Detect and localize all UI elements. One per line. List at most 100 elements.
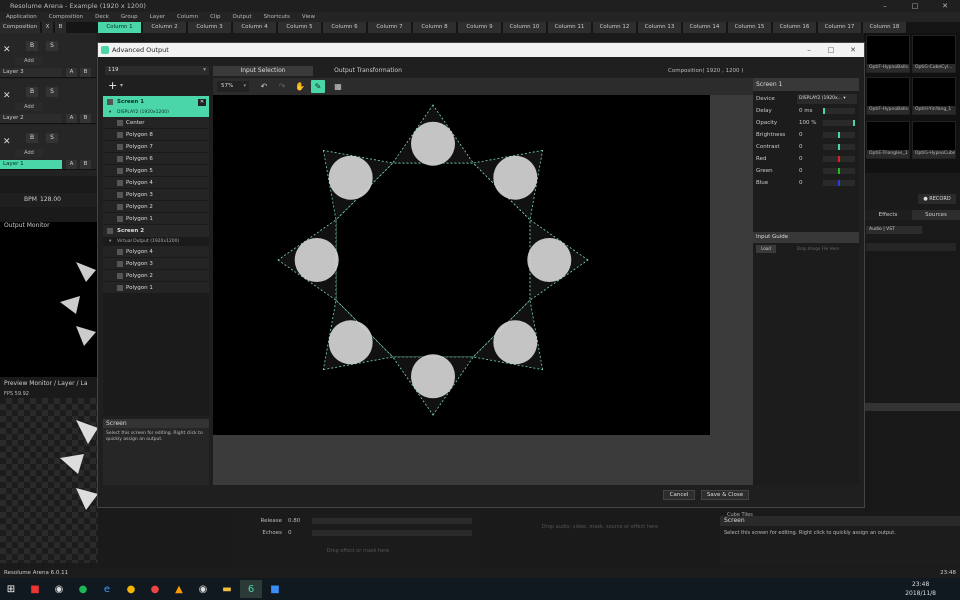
clip-thumbnail[interactable]: OptiG-CubeCyl... xyxy=(912,35,956,73)
tab-sources[interactable]: Sources xyxy=(912,210,960,220)
tab-input-selection[interactable]: Input Selection xyxy=(213,66,313,76)
start-icon[interactable]: ⊞ xyxy=(0,580,22,598)
brightness-slider[interactable] xyxy=(823,132,855,138)
audio-vst-filter[interactable]: Audio | VST xyxy=(866,226,922,234)
solo-button[interactable]: S xyxy=(46,87,58,97)
load-guide-button[interactable]: Load xyxy=(756,245,776,253)
release-value[interactable]: 0.80 xyxy=(288,516,308,526)
slice-checkbox[interactable] xyxy=(117,261,123,267)
column-button[interactable]: Column 14 xyxy=(683,22,726,33)
tab-output-transformation[interactable]: Output Transformation xyxy=(313,66,423,76)
slice-item[interactable]: Polygon 2 xyxy=(103,270,209,282)
column-button[interactable]: Column 18 xyxy=(863,22,906,33)
green-value[interactable]: 0 xyxy=(799,165,803,177)
delay-slider[interactable] xyxy=(823,108,855,114)
slice-item[interactable]: Polygon 7 xyxy=(103,141,209,153)
clear-layer-icon[interactable]: ✕ xyxy=(3,45,11,55)
app-icon[interactable]: ◉ xyxy=(192,580,214,598)
slice-item[interactable]: Polygon 8 xyxy=(103,129,209,141)
output-device-item[interactable]: ▾ Virtual Output (1920x1200) xyxy=(103,237,209,246)
slice-checkbox[interactable] xyxy=(117,180,123,186)
column-button[interactable]: Column 3 xyxy=(188,22,231,33)
slice-checkbox[interactable] xyxy=(117,144,123,150)
column-button[interactable]: Column 12 xyxy=(593,22,636,33)
layer-name[interactable]: Layer 1 xyxy=(0,160,62,169)
opacity-value[interactable]: 100 % xyxy=(799,117,816,129)
folder-icon[interactable]: ▬ xyxy=(216,580,238,598)
clip-thumbnail[interactable]: OptiH-YinYang_1 xyxy=(912,77,956,115)
crossfade-b-button[interactable]: B xyxy=(80,114,91,123)
add-clip-button[interactable]: Add xyxy=(15,149,43,157)
edge-icon[interactable]: e xyxy=(96,580,118,598)
add-clip-button[interactable]: Add xyxy=(15,57,43,65)
slice-checkbox[interactable] xyxy=(117,132,123,138)
release-slider[interactable] xyxy=(312,518,472,524)
slice-checkbox[interactable] xyxy=(117,192,123,198)
column-button[interactable]: Column 7 xyxy=(368,22,411,33)
slice-item[interactable]: Polygon 4 xyxy=(103,177,209,189)
bypass-button[interactable]: B xyxy=(26,87,38,97)
save-close-button[interactable]: Save & Close xyxy=(701,490,749,500)
column-button[interactable]: Column 1 xyxy=(98,22,141,33)
crossfade-a-button[interactable]: A xyxy=(66,114,77,123)
composition-button[interactable]: Composition xyxy=(0,22,40,33)
edit-points-icon[interactable]: ✎ xyxy=(311,80,325,93)
blue-value[interactable]: 0 xyxy=(799,177,803,189)
app-icon[interactable]: ● xyxy=(144,580,166,598)
chevron-down-icon[interactable]: ▾ xyxy=(120,82,123,89)
slice-checkbox[interactable] xyxy=(117,204,123,210)
maximize-icon[interactable]: □ xyxy=(820,43,842,57)
column-button[interactable]: Column 10 xyxy=(503,22,546,33)
record-button[interactable]: ● RECORD xyxy=(918,194,956,204)
clip-thumbnail[interactable]: OptiE-Triangles_1 xyxy=(866,121,910,159)
screen-checkbox[interactable] xyxy=(107,228,113,234)
column-button[interactable]: Column 5 xyxy=(278,22,321,33)
clip-thumbnail[interactable]: OptiG-HypnoCube... xyxy=(912,121,956,159)
screen-checkbox[interactable] xyxy=(107,99,113,105)
drop-image-area[interactable]: Drop Image File Here xyxy=(779,245,857,253)
preset-select[interactable]: 119 ▾ xyxy=(105,66,209,75)
menu-layer[interactable]: Layer xyxy=(144,12,171,22)
column-button[interactable]: Column 16 xyxy=(773,22,816,33)
slice-checkbox[interactable] xyxy=(117,249,123,255)
menu-clip[interactable]: Clip xyxy=(204,12,226,22)
echoes-slider[interactable] xyxy=(312,530,472,536)
app-icon[interactable]: ■ xyxy=(24,580,46,598)
slice-item[interactable]: Polygon 3 xyxy=(103,258,209,270)
column-button[interactable]: Column 2 xyxy=(143,22,186,33)
slice-item[interactable]: Polygon 6 xyxy=(103,153,209,165)
column-button[interactable]: Column 13 xyxy=(638,22,681,33)
red-slider[interactable] xyxy=(823,156,855,162)
composition-canvas[interactable] xyxy=(213,95,710,435)
bypass-button[interactable]: B xyxy=(26,133,38,143)
menu-column[interactable]: Column xyxy=(171,12,204,22)
slice-item[interactable]: Polygon 4 xyxy=(103,246,209,258)
menu-application[interactable]: Application xyxy=(0,12,43,22)
column-button[interactable]: Column 6 xyxy=(323,22,366,33)
menu-view[interactable]: View xyxy=(296,12,321,22)
slice-item[interactable]: Polygon 1 xyxy=(103,282,209,294)
echoes-value[interactable]: 0 xyxy=(288,528,308,538)
maximize-icon[interactable]: □ xyxy=(900,0,930,12)
delay-value[interactable]: 0 ms xyxy=(799,105,812,117)
column-button[interactable]: Column 4 xyxy=(233,22,276,33)
minimize-icon[interactable]: – xyxy=(870,0,900,12)
clear-layer-icon[interactable]: ✕ xyxy=(3,137,11,147)
output-device-item[interactable]: ▾ DISPLAY2 (1920x1200) xyxy=(103,108,209,117)
app-icon[interactable]: ◉ xyxy=(48,580,70,598)
composition-x-button[interactable]: X xyxy=(42,22,53,33)
slice-checkbox[interactable] xyxy=(117,156,123,162)
layer-name[interactable]: Layer 3 xyxy=(0,68,62,77)
crossfade-a-button[interactable]: A xyxy=(66,160,77,169)
search-input[interactable] xyxy=(866,243,956,251)
solo-button[interactable]: S xyxy=(46,133,58,143)
column-button[interactable]: Column 11 xyxy=(548,22,591,33)
device-select[interactable]: DISPLAY2 (1920x... ▾ xyxy=(797,94,857,104)
screen-item[interactable]: Screen 2 xyxy=(103,225,209,237)
menu-deck[interactable]: Deck xyxy=(89,12,115,22)
plus-icon[interactable]: + xyxy=(108,79,117,93)
composition-b-button[interactable]: B xyxy=(55,22,66,33)
bypass-button[interactable]: B xyxy=(26,41,38,51)
cancel-button[interactable]: Cancel xyxy=(663,490,695,500)
brightness-value[interactable]: 0 xyxy=(799,129,803,141)
